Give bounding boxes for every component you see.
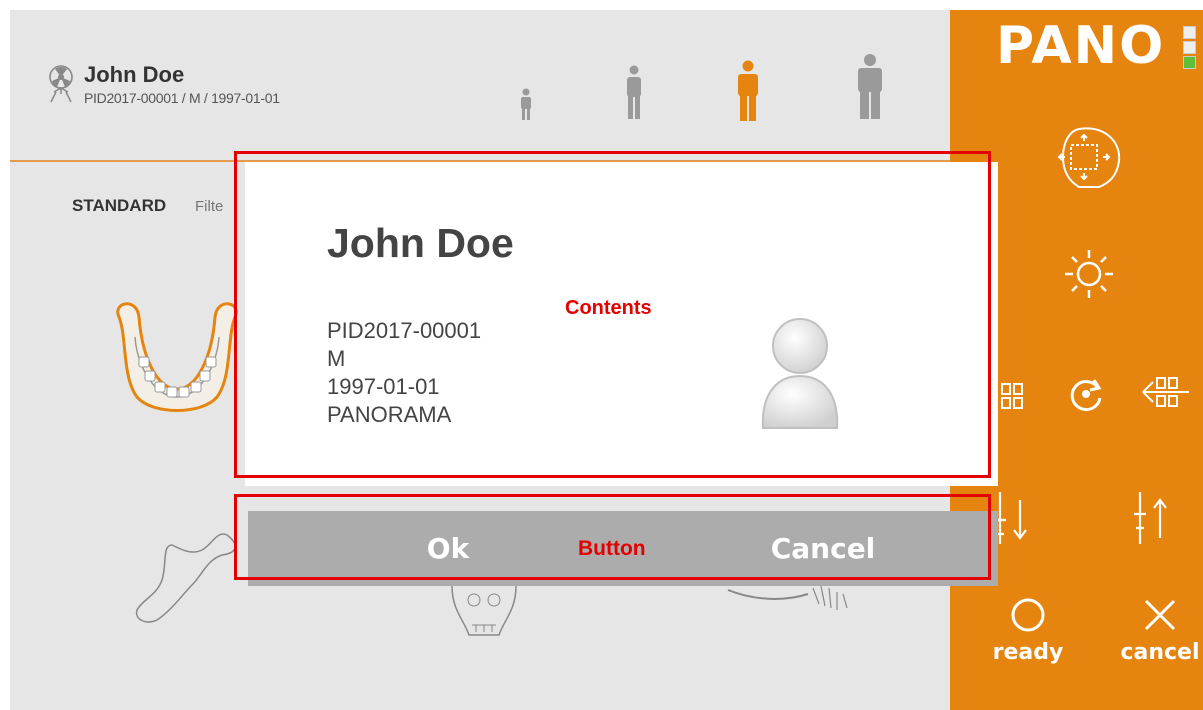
medium-adult-size-icon[interactable]: [736, 60, 760, 127]
move-right-teeth-icon[interactable]: [1139, 372, 1191, 423]
dialog-pid: PID2017-00001: [327, 318, 482, 343]
cancel-label: cancel: [1120, 640, 1200, 665]
status-led-icon: [1183, 56, 1196, 69]
brightness-icon[interactable]: [1064, 248, 1114, 305]
status-led-icon: [1183, 26, 1196, 39]
contents-annotation-label: Contents: [565, 297, 652, 319]
dental-arch-icon[interactable]: [723, 580, 853, 625]
full-arch-icon[interactable]: [107, 297, 247, 427]
dialog-patient-details: PID2017-00001 M 1997-01-01 PANORAMA: [327, 317, 481, 429]
cancel-exposure-button[interactable]: cancel: [1120, 595, 1200, 665]
large-adult-size-icon[interactable]: [856, 54, 884, 125]
positioning-head-icon[interactable]: [1049, 121, 1127, 196]
dialog-mode: PANORAMA: [327, 402, 452, 427]
status-led-icon: [1183, 41, 1196, 54]
patient-info: PID2017-00001 / M / 1997-01-01: [84, 90, 280, 106]
rotate-icon[interactable]: [1066, 374, 1106, 419]
height-up-icon[interactable]: [1130, 490, 1172, 551]
small-adult-size-icon[interactable]: [624, 65, 644, 126]
circle-icon: [1011, 598, 1045, 632]
ready-button[interactable]: ready: [988, 595, 1068, 665]
pano-screen: John Doe PID2017-00001 / M / 1997-01-01 …: [10, 10, 1203, 710]
cancel-button[interactable]: Cancel: [648, 511, 998, 586]
dialog-sex: M: [327, 346, 346, 371]
avatar-icon: [755, 312, 845, 437]
program-mode-label: STANDARD: [72, 196, 167, 215]
close-icon: [1144, 599, 1176, 631]
patient-icon: [46, 64, 80, 109]
ready-label: ready: [992, 640, 1064, 665]
jaw-side-icon[interactable]: [122, 525, 242, 640]
pano-title: PANO: [996, 16, 1166, 76]
child-size-icon[interactable]: [518, 88, 534, 127]
patient-confirm-dialog: John Doe PID2017-00001 M 1997-01-01 PANO…: [245, 162, 998, 486]
dialog-button-bar: Ok Button Cancel: [248, 511, 998, 586]
patient-name: John Doe: [84, 62, 185, 87]
skull-icon[interactable]: [444, 580, 524, 649]
filter-label[interactable]: Filte: [195, 198, 223, 215]
dialog-patient-name: John Doe: [327, 220, 514, 266]
status-leds: [1183, 26, 1197, 71]
button-annotation-label: Button: [578, 537, 646, 560]
dialog-dob: 1997-01-01: [327, 374, 440, 399]
